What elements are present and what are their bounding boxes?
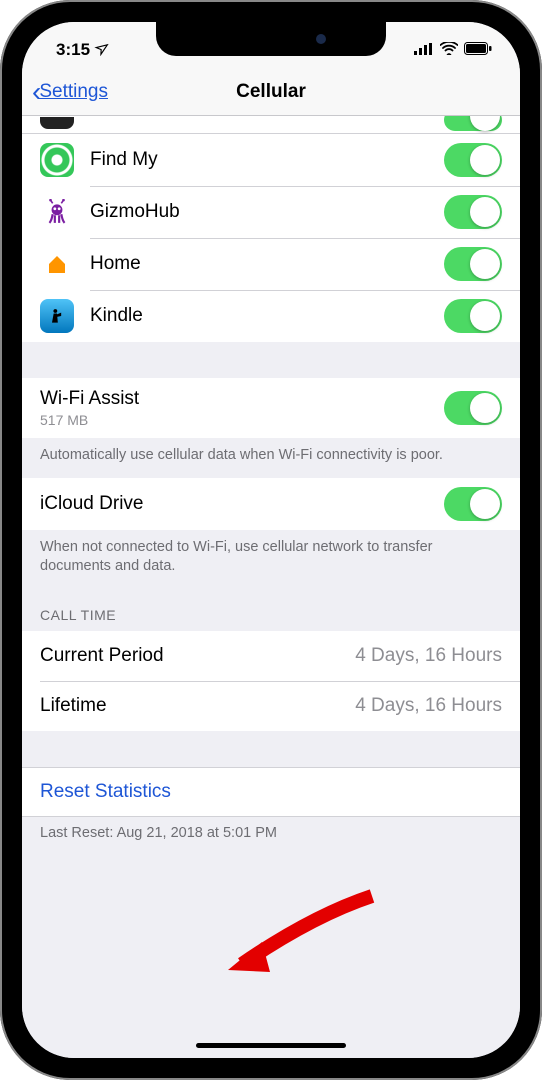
app-row-findmy[interactable]: Find My: [22, 134, 520, 186]
app-row-home[interactable]: Home: [22, 238, 520, 290]
home-icon: [40, 247, 74, 281]
cellular-signal-icon: [414, 40, 434, 60]
toggle-findmy[interactable]: [444, 143, 502, 177]
wifi-assist-title: Wi-Fi Assist: [40, 388, 444, 410]
last-reset-text: Last Reset: Aug 21, 2018 at 5:01 PM: [22, 817, 520, 849]
app-row-kindle[interactable]: Kindle: [22, 290, 520, 342]
toggle-kindle[interactable]: [444, 299, 502, 333]
call-time-header: CALL TIME: [22, 589, 520, 631]
icloud-drive-title: iCloud Drive: [40, 493, 444, 515]
home-indicator[interactable]: [196, 1043, 346, 1048]
back-button[interactable]: ‹ Settings: [32, 78, 108, 106]
wifi-icon: [440, 40, 458, 60]
toggle-icloud-drive[interactable]: [444, 487, 502, 521]
battery-icon: [464, 40, 492, 60]
icloud-drive-footer: When not connected to Wi-Fi, use cellula…: [22, 530, 520, 589]
device-frame: 3:15 ‹ Settings: [0, 0, 542, 1080]
reset-label: Reset Statistics: [40, 781, 171, 803]
page-title: Cellular: [236, 81, 306, 103]
gizmohub-icon: [40, 195, 74, 229]
location-icon: [93, 40, 110, 59]
notch: [156, 22, 386, 56]
icloud-drive-row[interactable]: iCloud Drive: [22, 478, 520, 530]
kindle-icon: [40, 299, 74, 333]
screen: 3:15 ‹ Settings: [22, 22, 520, 1058]
section-gap: [22, 342, 520, 378]
app-label: Home: [90, 253, 444, 275]
row-current-period[interactable]: Current Period 4 Days, 16 Hours: [22, 631, 520, 681]
wifi-assist-row[interactable]: Wi-Fi Assist 517 MB: [22, 378, 520, 438]
kv-value: 4 Days, 16 Hours: [355, 645, 502, 667]
app-label: Kindle: [90, 305, 444, 327]
toggle-cutoff[interactable]: [444, 116, 502, 131]
app-row-gizmohub[interactable]: GizmoHub: [22, 186, 520, 238]
wifi-assist-footer: Automatically use cellular data when Wi-…: [22, 438, 520, 478]
app-row-cutoff[interactable]: [22, 116, 520, 134]
section-gap: [22, 731, 520, 767]
kv-value: 4 Days, 16 Hours: [355, 695, 502, 717]
kv-label: Lifetime: [40, 695, 107, 717]
toggle-home[interactable]: [444, 247, 502, 281]
row-lifetime[interactable]: Lifetime 4 Days, 16 Hours: [22, 681, 520, 731]
app-icon-cutoff: [40, 117, 74, 129]
app-label: GizmoHub: [90, 201, 444, 223]
status-time: 3:15: [56, 40, 90, 60]
reset-statistics-button[interactable]: Reset Statistics: [22, 767, 520, 817]
nav-bar: ‹ Settings Cellular: [22, 68, 520, 116]
wifi-assist-sub: 517 MB: [40, 412, 444, 428]
back-label: Settings: [39, 81, 108, 103]
app-label: Find My: [90, 149, 444, 171]
findmy-icon: [40, 143, 74, 177]
toggle-gizmohub[interactable]: [444, 195, 502, 229]
settings-content[interactable]: Find My GizmoHub Home: [22, 116, 520, 1058]
toggle-wifi-assist[interactable]: [444, 391, 502, 425]
kv-label: Current Period: [40, 645, 164, 667]
